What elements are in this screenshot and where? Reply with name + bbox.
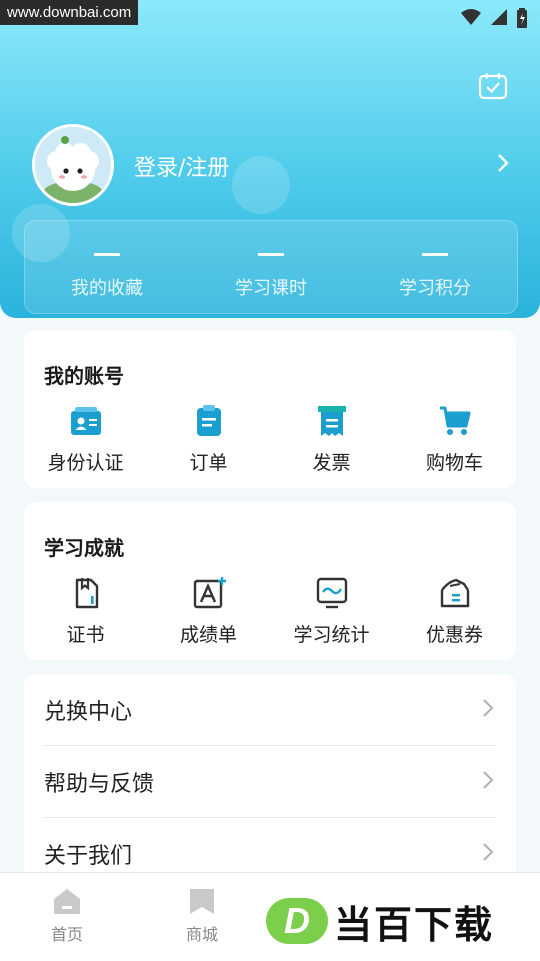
tab-home[interactable]: 首页 [27, 887, 107, 945]
menu-item-label: 关于我们 [44, 844, 133, 869]
invoice-icon [317, 406, 346, 436]
decor-bubble [232, 156, 290, 214]
menu-item-label: 帮助与反馈 [44, 772, 155, 797]
store-icon [190, 889, 214, 914]
id-card-icon [70, 407, 101, 435]
grid-item-label: 优惠券 [425, 624, 483, 646]
grid-item-label: 订单 [189, 452, 228, 474]
certificate-icon [75, 578, 98, 609]
grid-item-cart[interactable]: 购物车 [393, 404, 516, 475]
menu-card: 兑换中心 帮助与反馈 关于我们 [24, 674, 516, 884]
profile-header: 登录/注册 我的收藏 学习课时 学习积分 [0, 0, 540, 318]
chevron-right-icon [483, 699, 494, 717]
grid-item-label: 学习统计 [293, 624, 370, 646]
tab-store[interactable]: 商城 [162, 887, 242, 945]
section-title: 我的账号 [44, 364, 124, 388]
login-register-link[interactable]: 登录/注册 [134, 150, 229, 182]
check-in-calendar-icon[interactable] [478, 72, 508, 100]
grid-item-statistics[interactable]: 学习统计 [270, 576, 393, 647]
grid-item-identity[interactable]: 身份认证 [24, 404, 147, 475]
site-watermark: www.downbai.com [0, 0, 139, 25]
chevron-right-icon [483, 771, 494, 789]
grid-item-label: 成绩单 [179, 624, 237, 646]
brand-watermark: D 当百下载 [266, 896, 495, 947]
wifi-icon [461, 9, 481, 25]
stat-study-points[interactable]: 学习积分 [353, 221, 517, 300]
order-icon [196, 405, 221, 436]
cartoon-sheep-icon [35, 127, 111, 203]
grid-item-coupon[interactable]: 优惠券 [393, 576, 516, 647]
cart-icon [439, 406, 470, 435]
grid-item-report-card[interactable]: 成绩单 [147, 576, 270, 647]
stat-study-hours[interactable]: 学习课时 [189, 221, 353, 300]
tab-label: 首页 [50, 925, 83, 944]
tab-label: 商城 [185, 925, 218, 944]
stat-label: 学习课时 [235, 278, 307, 299]
brand-logo-icon: D [266, 898, 328, 944]
stat-value-placeholder [258, 253, 284, 256]
stat-value-placeholder [422, 253, 448, 256]
menu-item-redeem-center[interactable]: 兑换中心 [44, 674, 496, 746]
account-card: 我的账号 身份认证 订单 发票 购物车 [24, 330, 516, 488]
grid-item-label: 购物车 [425, 452, 483, 474]
signal-icon [491, 9, 507, 25]
stat-label: 学习积分 [399, 278, 471, 299]
home-icon [54, 889, 80, 914]
grid-item-label: 证书 [66, 624, 105, 646]
chevron-right-icon [483, 843, 494, 861]
menu-item-help-feedback[interactable]: 帮助与反馈 [44, 746, 496, 818]
grid-item-label: 身份认证 [47, 452, 124, 474]
grid-item-certificate[interactable]: 证书 [24, 576, 147, 647]
grid-item-order[interactable]: 订单 [147, 404, 270, 475]
stats-panel: 我的收藏 学习课时 学习积分 [24, 220, 518, 314]
grid-item-invoice[interactable]: 发票 [270, 404, 393, 475]
stat-favorites[interactable]: 我的收藏 [25, 221, 189, 300]
section-title: 学习成就 [44, 536, 124, 560]
brand-text: 当百下载 [334, 902, 495, 947]
achievement-card: 学习成就 证书 成绩单 学习统计 优惠券 [24, 502, 516, 660]
brand-logo-letter: D [284, 900, 310, 941]
report-card-icon [193, 577, 226, 609]
chevron-right-icon[interactable] [496, 152, 510, 174]
grid-item-label: 发票 [312, 452, 351, 474]
stat-value-placeholder [94, 253, 120, 256]
statistics-icon [316, 577, 347, 609]
status-icons [460, 8, 528, 28]
coupon-icon [440, 578, 469, 608]
battery-icon [517, 8, 527, 28]
menu-item-label: 兑换中心 [44, 700, 133, 725]
stat-label: 我的收藏 [71, 278, 143, 299]
avatar[interactable] [32, 124, 114, 206]
